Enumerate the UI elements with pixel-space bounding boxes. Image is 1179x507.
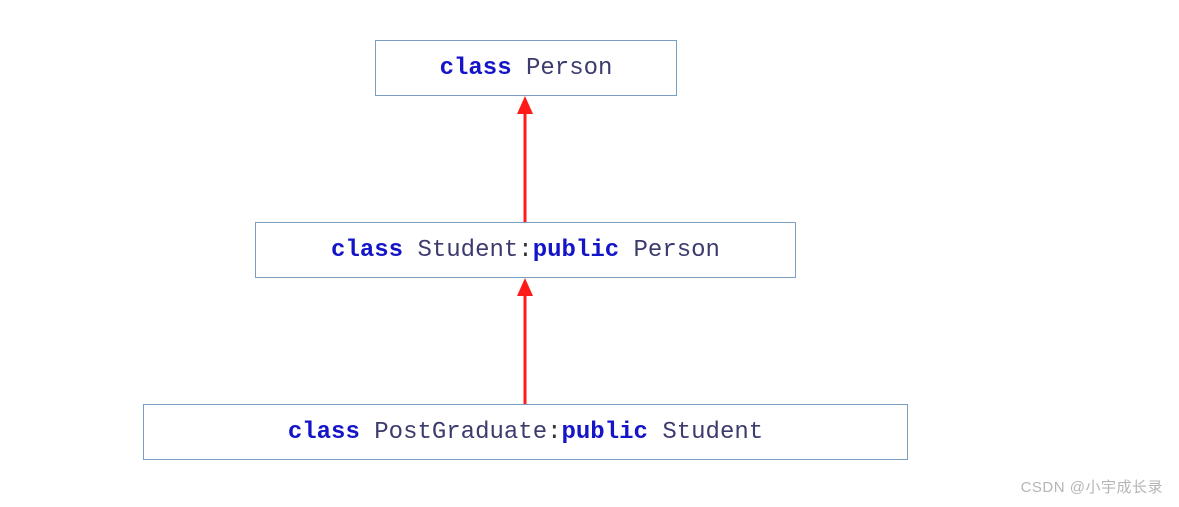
keyword-class: class [331, 237, 403, 264]
class-box-postgraduate: class PostGraduate:public Student [143, 404, 908, 460]
keyword-public: public [533, 237, 619, 264]
keyword-class: class [288, 419, 360, 446]
colon-separator: : [518, 237, 532, 264]
class-box-student: class Student:public Person [255, 222, 796, 278]
class-name-student: Student [403, 237, 518, 264]
arrow-postgraduate-to-student [522, 278, 528, 404]
arrow-student-to-person [522, 96, 528, 222]
keyword-class: class [440, 55, 512, 82]
base-class-student: Student [648, 419, 763, 446]
inheritance-diagram: class Person class Student:public Person… [0, 0, 1179, 507]
class-name-person: Person [512, 55, 613, 82]
class-name-postgraduate: PostGraduate [360, 419, 547, 446]
class-box-person: class Person [375, 40, 677, 96]
watermark-text: CSDN @小宇成长录 [1021, 476, 1163, 497]
keyword-public: public [562, 419, 648, 446]
colon-separator: : [547, 419, 561, 446]
base-class-person: Person [619, 237, 720, 264]
